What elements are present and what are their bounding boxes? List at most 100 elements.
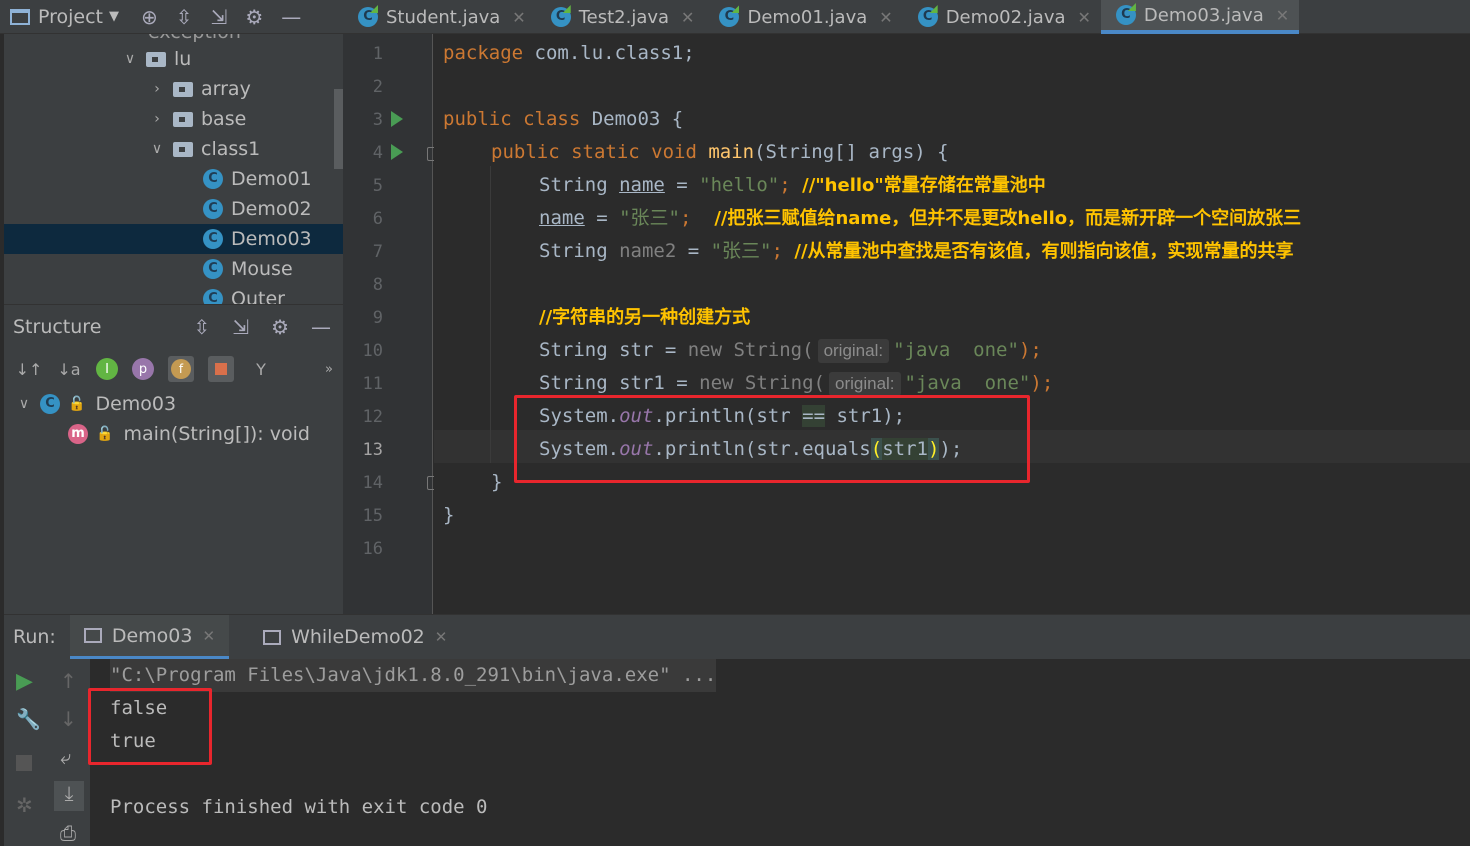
line-number: 6: [372, 209, 383, 229]
close-icon[interactable]: ✕: [512, 8, 525, 27]
close-icon[interactable]: ✕: [879, 8, 892, 27]
collapse-all-icon[interactable]: ⇲: [232, 315, 249, 339]
minimize-icon[interactable]: —: [311, 315, 331, 339]
tree-item-label: lu: [174, 48, 192, 70]
show-inherited-icon[interactable]: I: [96, 358, 118, 380]
code-line-14[interactable]: }: [491, 466, 502, 499]
gear-icon[interactable]: ⚙: [271, 315, 289, 339]
code-comment: //把张三赋值给name，但并不是更改hello，而是新开辟一个空间放张三: [714, 208, 1302, 229]
line-number: 11: [362, 374, 383, 394]
tab-demo02-java[interactable]: C Demo02.java ✕: [903, 0, 1101, 34]
chevron-down-icon[interactable]: ∨: [120, 51, 140, 67]
code-line-1[interactable]: package com.lu.class1;: [443, 37, 695, 70]
tree-item-label: exception: [148, 34, 241, 43]
arrow-up-icon[interactable]: ↑: [60, 669, 77, 693]
method-name: main: [696, 141, 755, 163]
tab-demo03-java[interactable]: C Demo03.java ✕: [1100, 0, 1300, 34]
java-class-icon: C: [719, 7, 740, 27]
console-output[interactable]: "C:\Program Files\Java\jdk1.8.0_291\bin\…: [90, 659, 1470, 846]
tree-item-class1[interactable]: ∨ class1: [147, 134, 260, 164]
run-tab-whiledemo02[interactable]: WhileDemo02 ✕: [249, 615, 461, 659]
tab-test2-java[interactable]: C Test2.java ✕: [536, 0, 705, 34]
collapse-all-icon[interactable]: ⇲: [211, 5, 228, 29]
project-tree: exception ∨ lu › array › base ∨ class1 C…: [4, 34, 343, 304]
debug-icon[interactable]: ✲: [16, 793, 33, 817]
close-icon[interactable]: ✕: [435, 628, 448, 646]
tab-student-java[interactable]: C Student.java ✕: [343, 0, 536, 34]
structure-method-row[interactable]: m 🔓 main(String[]): void: [4, 419, 343, 449]
scrollbar-thumb[interactable]: [334, 89, 343, 169]
keyword: new: [699, 372, 734, 394]
print-icon[interactable]: ⎙: [60, 821, 76, 845]
project-view-dropdown[interactable]: Project ▼: [0, 6, 119, 28]
highlight-box-code: [514, 395, 1030, 483]
code-line-5[interactable]: String name = "hello"; //"hello"常量存储在常量池…: [539, 169, 1046, 202]
tree-item-demo03[interactable]: C Demo03: [4, 224, 343, 254]
close-icon[interactable]: ✕: [1276, 6, 1289, 25]
structure-title: Structure: [13, 316, 102, 338]
run-class-icon[interactable]: [391, 111, 403, 127]
gear-icon[interactable]: ⚙: [245, 5, 263, 29]
sort-alphabetically-icon[interactable]: ↓a: [56, 356, 82, 382]
structure-class-row[interactable]: ∨ C 🔓 Demo03: [4, 389, 343, 419]
soft-wrap-icon[interactable]: ⤶: [60, 745, 71, 769]
stop-icon[interactable]: [16, 755, 32, 771]
code-line-3[interactable]: public class Demo03 {: [443, 103, 683, 136]
run-tab-demo03[interactable]: Demo03 ✕: [69, 615, 230, 659]
show-lambdas-icon[interactable]: Y: [248, 356, 274, 382]
show-fields-icon[interactable]: f: [168, 356, 194, 382]
code-line-7[interactable]: String name2 = "张三"; //从常量池中查找是否有该值，有则指向…: [539, 235, 1294, 268]
tree-item-demo01[interactable]: C Demo01: [203, 164, 312, 194]
code-line-9[interactable]: //字符串的另一种创建方式: [539, 301, 750, 334]
expand-all-icon[interactable]: ⇳: [176, 5, 193, 29]
expand-all-icon[interactable]: ⇳: [194, 315, 211, 339]
tree-item-demo02[interactable]: C Demo02: [203, 194, 312, 224]
arrow-down-icon[interactable]: ↓: [60, 707, 77, 731]
chevron-right-icon[interactable]: ›: [147, 111, 167, 127]
string-literal: "hello": [699, 174, 780, 196]
project-toolbar: Project ▼ ⊕ ⇳ ⇲ ⚙ —: [0, 0, 343, 34]
tree-item-base[interactable]: › base: [147, 104, 246, 134]
wrench-icon[interactable]: 🔧: [16, 707, 41, 731]
rerun-icon[interactable]: ▶: [16, 669, 33, 694]
code-editor[interactable]: package com.lu.class1; public class Demo…: [434, 34, 1470, 614]
line-number-current: 13: [362, 440, 383, 460]
tree-item-outer[interactable]: C Outer: [203, 284, 285, 304]
string-literal: "张三": [710, 240, 772, 262]
close-icon[interactable]: ✕: [681, 8, 694, 27]
tree-item-label: Mouse: [231, 258, 293, 280]
code-line-10[interactable]: String str = new String(original: "java o…: [539, 334, 1042, 367]
chevron-down-icon[interactable]: ∨: [14, 396, 34, 412]
chevron-right-icon[interactable]: ›: [147, 81, 167, 97]
code-text: );: [1018, 339, 1042, 361]
code-line-4[interactable]: public static void main(String[] args) {: [491, 136, 949, 169]
tree-item-label: Outer: [231, 288, 285, 304]
code-text: =: [676, 240, 711, 262]
code-text: }: [443, 504, 455, 526]
locate-icon[interactable]: ⊕: [141, 5, 158, 29]
tab-label: Demo03.java: [1143, 4, 1264, 26]
more-icon[interactable]: »: [316, 356, 342, 382]
code-line-6[interactable]: name = "张三"; //把张三赋值给name，但并不是更改hello，而是…: [539, 202, 1301, 235]
run-main-icon[interactable]: [391, 144, 403, 160]
chevron-down-icon[interactable]: ∨: [147, 141, 167, 157]
sort-by-visibility-icon[interactable]: ↓↑: [16, 356, 43, 382]
tree-item-lu[interactable]: ∨ lu: [120, 44, 191, 74]
show-properties-icon[interactable]: p: [132, 358, 154, 380]
minimize-icon[interactable]: —: [281, 5, 301, 29]
tree-item-array[interactable]: › array: [147, 74, 251, 104]
keyword: package: [443, 42, 524, 64]
line-number: 14: [362, 473, 383, 493]
close-icon[interactable]: ✕: [202, 627, 215, 645]
scroll-to-end-icon[interactable]: ⤓: [54, 781, 84, 811]
show-non-public-icon[interactable]: [208, 356, 234, 382]
close-icon[interactable]: ✕: [1078, 8, 1091, 27]
method-icon: m: [68, 424, 88, 444]
tree-item-mouse[interactable]: C Mouse: [203, 254, 293, 284]
tab-demo01-java[interactable]: C Demo01.java ✕: [704, 0, 902, 34]
java-class-icon: C: [1115, 5, 1136, 25]
java-class-icon: C: [40, 394, 60, 414]
code-text: String(: [722, 339, 814, 361]
code-line-15[interactable]: }: [443, 499, 454, 532]
java-class-icon: C: [203, 289, 223, 304]
